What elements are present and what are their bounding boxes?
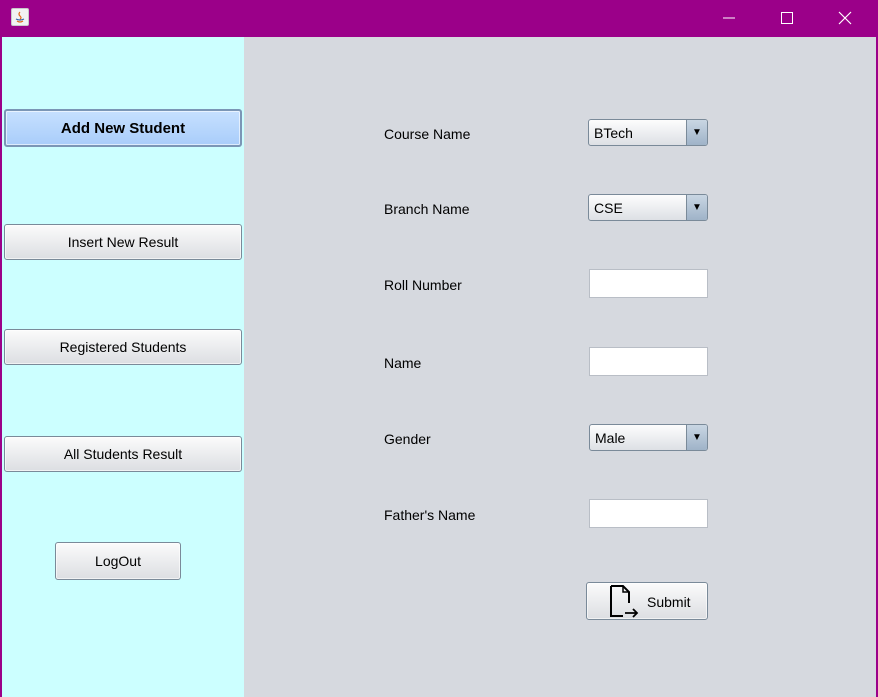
gender-select[interactable]: Male ▼ [589,424,708,451]
roll-number-field[interactable] [589,269,708,298]
close-button[interactable] [816,0,874,37]
student-form: Course Name BTech ▼ Branch Name CSE ▼ Ro… [244,37,876,697]
triangle-down-icon[interactable]: ▼ [686,425,707,450]
triangle-down-icon[interactable]: ▼ [686,120,707,145]
add-new-student-button[interactable]: Add New Student [4,109,242,147]
minimize-button[interactable] [700,0,758,37]
name-field[interactable] [589,347,708,376]
maximize-button[interactable] [758,0,816,37]
branch-name-label: Branch Name [384,201,470,217]
branch-name-value: CSE [594,200,623,216]
gender-label: Gender [384,431,431,447]
title-bar [0,0,878,37]
course-name-label: Course Name [384,126,471,142]
maximize-icon [781,12,793,24]
submit-button[interactable]: Submit [586,582,708,620]
course-name-value: BTech [594,125,633,141]
all-students-result-button[interactable]: All Students Result [4,436,242,472]
triangle-down-icon[interactable]: ▼ [686,195,707,220]
sidebar: Add New Student Insert New Result Regist… [2,37,244,697]
registered-students-button[interactable]: Registered Students [4,329,242,365]
roll-number-label: Roll Number [384,277,462,293]
name-label: Name [384,355,422,371]
insert-new-result-button[interactable]: Insert New Result [4,224,242,260]
java-app-icon[interactable] [11,8,29,26]
fathers-name-field[interactable] [589,499,708,528]
gender-value: Male [595,430,626,446]
branch-name-select[interactable]: CSE ▼ [588,194,708,221]
fathers-name-label: Father's Name [384,507,476,523]
submit-label: Submit [647,594,691,610]
course-name-select[interactable]: BTech ▼ [588,119,708,146]
minimize-icon [723,17,735,19]
close-icon [838,11,852,25]
logout-button[interactable]: LogOut [55,542,181,580]
document-export-icon [610,585,639,618]
